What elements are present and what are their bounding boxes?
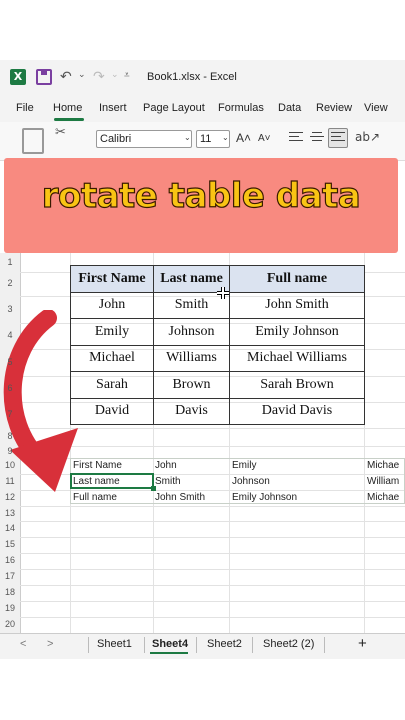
row-header[interactable]: 18 [0,587,20,597]
gridline [20,521,405,522]
table-cell[interactable]: Michael Williams [229,344,365,372]
table-cell[interactable]: Emily Johnson [229,318,365,346]
header-first-name[interactable]: First Name [70,265,154,293]
sheet-tab-sheet1[interactable]: Sheet1 [97,638,132,650]
redo-icon[interactable]: ↷ [93,69,109,85]
active-tab-indicator [54,118,84,121]
tab-file[interactable]: File [16,102,34,114]
transposed-cell[interactable]: Emily Johnson [232,492,297,503]
tab-insert[interactable]: Insert [99,102,127,114]
chevron-down-icon[interactable]: ⌄ [184,133,191,142]
row-header[interactable]: 10 [0,460,20,470]
row-header[interactable]: 11 [0,476,20,486]
add-sheet-button[interactable]: + [358,635,367,652]
table-row: Sarah Brown Sarah Brown [70,371,365,399]
orientation-icon[interactable]: ab↗ [355,130,380,144]
tab-separator [144,637,145,653]
tab-review[interactable]: Review [316,102,352,114]
tab-view[interactable]: View [364,102,388,114]
tab-data[interactable]: Data [278,102,301,114]
transposed-cell[interactable]: Michae [367,460,399,471]
row-header[interactable]: 5 [0,357,20,367]
row-header[interactable]: 13 [0,508,20,518]
transposed-cell[interactable]: Michae [367,492,399,503]
align-bottom-icon [331,132,345,144]
row-header[interactable]: 15 [0,539,20,549]
tab-separator [196,637,197,653]
decrease-font-size-button[interactable]: A˅ [258,133,271,144]
sheet-tab-sheet4[interactable]: Sheet4 [152,638,188,650]
increase-font-size-button[interactable]: A˄ [236,131,251,145]
tab-separator [252,637,253,653]
row-header[interactable]: 1 [0,257,20,267]
paste-icon[interactable] [22,128,44,154]
transposed-cell[interactable]: John Smith [155,492,205,503]
row-header[interactable]: 3 [0,304,20,314]
tab-formulas[interactable]: Formulas [218,102,264,114]
gridline [20,569,405,570]
table-row: David Davis David Davis [70,397,365,425]
gridline [20,553,405,554]
table-cell[interactable]: Sarah Brown [229,371,365,399]
gridline [20,537,405,538]
chevron-down-icon[interactable]: ⌄ [222,133,229,142]
table-cell[interactable]: Williams [153,344,230,372]
gridline [20,617,405,618]
align-bottom-button[interactable] [328,128,348,148]
row-header[interactable]: 2 [0,278,20,288]
row-header[interactable]: 4 [0,330,20,340]
transposed-cell[interactable]: Emily [232,460,256,471]
move-cursor-icon [217,287,229,299]
tab-home[interactable]: Home [53,102,82,114]
transposed-cell[interactable]: John [155,460,177,471]
align-middle-icon[interactable] [310,132,324,144]
font-name-select[interactable]: Calibri [96,130,192,148]
sheet-tab-sheet2[interactable]: Sheet2 [207,638,242,650]
undo-icon[interactable]: ↶ [60,69,76,85]
excel-logo-icon: X [10,69,26,85]
transposed-cell[interactable]: William [367,476,399,487]
row-header[interactable]: 6 [0,383,20,393]
tab-separator [324,637,325,653]
table-row: Emily Johnson Emily Johnson [70,318,365,346]
top-margin [0,0,405,60]
row-header[interactable]: 12 [0,492,20,502]
table-cell[interactable]: John Smith [229,291,365,319]
bottom-margin [0,659,405,720]
undo-dropdown-icon[interactable]: ⌄ [78,70,86,80]
customize-toolbar-icon[interactable]: ⩡ [124,70,130,81]
table-cell[interactable]: Brown [153,371,230,399]
table-row: Michael Williams Michael Williams [70,344,365,372]
sheet-tab-sheet2-2[interactable]: Sheet2 (2) [263,638,314,650]
header-full-name[interactable]: Full name [229,265,365,293]
row-header[interactable]: 14 [0,523,20,533]
sheet-tab-bar [0,633,405,660]
active-sheet-indicator [150,652,188,654]
cut-icon[interactable]: ✂ [55,125,66,140]
tab-separator [88,637,89,653]
window-title: Book1.xlsx - Excel [147,71,237,83]
table-cell[interactable]: Davis [153,397,230,425]
transposed-cell[interactable]: Johnson [232,476,270,487]
row-header[interactable]: 7 [0,409,20,419]
table-cell[interactable]: David Davis [229,397,365,425]
tab-page-layout[interactable]: Page Layout [143,102,205,114]
row-header[interactable]: 19 [0,603,20,613]
table-cell[interactable]: Johnson [153,318,230,346]
row-header[interactable]: 8 [0,431,20,441]
align-top-icon[interactable] [289,132,303,144]
save-icon[interactable] [36,69,52,85]
gridline [20,585,405,586]
row-header[interactable]: 16 [0,555,20,565]
gridline [20,601,405,602]
row-header[interactable]: 20 [0,619,20,629]
transposed-cell[interactable]: Smith [155,476,181,487]
prev-sheet-button[interactable]: < [20,638,26,650]
row-header[interactable]: 17 [0,571,20,581]
next-sheet-button[interactable]: > [47,638,53,650]
banner-text: rotate table data [41,175,361,216]
row-header[interactable]: 9 [0,446,20,456]
redo-dropdown-icon[interactable]: ⌄ [111,70,119,80]
